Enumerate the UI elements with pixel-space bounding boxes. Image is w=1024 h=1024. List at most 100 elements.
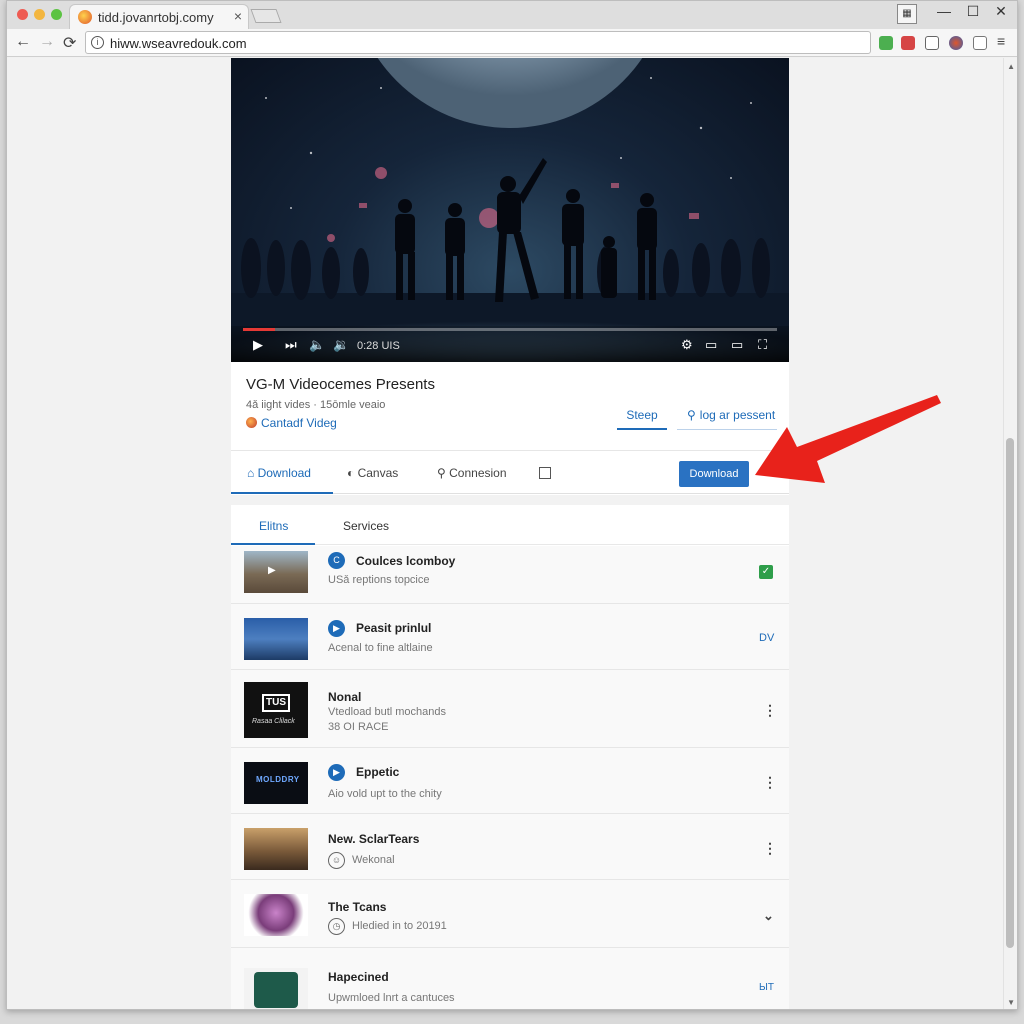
chevron-down-icon[interactable]: ⌄	[763, 908, 774, 924]
thumbnail-text: TUS	[262, 694, 290, 712]
canvas-icon: ◐	[347, 466, 358, 480]
next-icon[interactable]: ⏭	[285, 337, 297, 353]
download-button[interactable]: Download	[679, 461, 749, 487]
moon-shape	[377, 58, 643, 128]
miniplayer-icon[interactable]: ▭	[705, 337, 717, 353]
list-item-subtitle: Wekonal	[352, 854, 395, 866]
minimize-button[interactable]: —	[933, 3, 955, 19]
list-item-subtitle-2: 38 OI RACE	[328, 721, 389, 733]
minimize-window-dot[interactable]	[34, 9, 45, 20]
checkbox-checked-icon[interactable]: ✓	[759, 565, 773, 579]
subtab-services[interactable]: Services	[343, 519, 389, 533]
reload-button[interactable]: ⟳	[63, 33, 76, 53]
channel-icon	[246, 417, 257, 428]
browser-window: tidd.jovanrtobj.comy × ▦ — ☐ ✕ ← → ⟳ i h…	[6, 0, 1018, 1010]
scrollbar[interactable]: ▲ ▼	[1003, 58, 1017, 1009]
thumbnail-caption: Rasaa Clilack	[252, 718, 295, 725]
video-progress-bar[interactable]	[243, 328, 777, 331]
extension-globe-icon[interactable]	[949, 36, 963, 50]
list-item-subtitle: USǎ reptions topcice	[328, 574, 430, 586]
thumbnail: ▶	[244, 551, 308, 593]
thumbnail	[244, 828, 308, 870]
hd-action[interactable]: ЫТ	[759, 982, 774, 993]
active-tab-underline	[231, 492, 333, 494]
video-time: 0:28 UIS	[357, 340, 400, 352]
list-item-title: The Tcans	[328, 900, 387, 914]
play-icon[interactable]: ▶	[253, 337, 263, 353]
clock-icon: ◷	[328, 918, 345, 935]
more-options-icon[interactable]: ⋮	[763, 840, 777, 857]
thumbnail: TUS Rasaa Clilack	[244, 682, 308, 738]
tab-title: tidd.jovanrtobj.comy	[98, 10, 214, 25]
site-info-icon[interactable]: i	[91, 36, 104, 49]
page-viewport: ▶ ⏭ 🔈 🔉 0:28 UIS ⚙ ▭ ▭ ⛶ VG-M Videocemes…	[7, 58, 1017, 1009]
settings-badge-icon[interactable]: ⚙	[681, 337, 693, 353]
close-button[interactable]: ✕	[990, 3, 1012, 20]
more-options-icon[interactable]: ⋮	[763, 774, 777, 791]
fullscreen-icon[interactable]: ⛶	[758, 337, 767, 353]
scroll-down-icon[interactable]: ▼	[1007, 998, 1015, 1007]
list-item-subtitle: Vtedload butl mochands	[328, 706, 447, 718]
square-icon[interactable]	[539, 467, 551, 479]
more-options-icon[interactable]: ⋮	[763, 702, 777, 719]
video-player[interactable]: ▶ ⏭ 🔈 🔉 0:28 UIS ⚙ ▭ ▭ ⛶	[231, 58, 789, 362]
active-subtab-underline	[231, 543, 315, 545]
tab-close-icon[interactable]: ×	[234, 8, 242, 24]
channel-link[interactable]: Cantadf Videg	[246, 416, 337, 430]
list-item-subtitle: Hledied in to 20191	[352, 920, 447, 932]
list-item[interactable]: New. SclarTears ☺ Wekonal ⋮	[231, 814, 789, 880]
thumbnail	[244, 618, 308, 660]
new-tab-button[interactable]	[250, 9, 282, 23]
home-icon: ⌂	[247, 466, 258, 480]
subtab-elitns[interactable]: Elitns	[259, 519, 288, 533]
back-button[interactable]: ←	[15, 33, 31, 51]
scroll-up-icon[interactable]: ▲	[1007, 62, 1015, 71]
tab-canvas[interactable]: ◐ Canvas	[347, 466, 398, 480]
list-item[interactable]: The Tcans ◷ Hledied in to 20191 ⌄	[231, 880, 789, 948]
url-text: hiww.wseavredouk.com	[110, 36, 247, 51]
play-circle-icon: ▶	[328, 620, 345, 637]
browser-tab[interactable]: tidd.jovanrtobj.comy ×	[69, 4, 249, 29]
extension-qr-icon[interactable]: ▦	[897, 4, 917, 24]
scrollbar-thumb[interactable]	[1006, 438, 1014, 948]
play-icon: ▶	[268, 565, 276, 576]
person-icon: ⚲	[687, 408, 696, 422]
badge-logo	[254, 972, 298, 1008]
extension-grid-icon[interactable]	[925, 36, 939, 50]
divider	[231, 450, 789, 451]
list-item[interactable]: ▶ Peasit prinlul Acenal to fine altlaine…	[231, 604, 789, 670]
thumbnail	[244, 968, 308, 1009]
tab-download[interactable]: ⌂ Download	[247, 466, 311, 480]
list-item-title: Eppetic	[356, 765, 400, 779]
step-button[interactable]: Steep	[617, 408, 667, 430]
extension-image-icon[interactable]	[973, 36, 987, 50]
dv-action[interactable]: DV	[759, 632, 774, 644]
list-item-subtitle: Aio vold upt to the chity	[328, 788, 442, 800]
list-item[interactable]: MOLDDRY ▶ Eppetic Aio vold upt to the ch…	[231, 748, 789, 814]
extension-red-icon[interactable]	[901, 36, 915, 50]
list-item[interactable]: Hapecined Upwmloed lnrt a cantuces ЫТ	[231, 948, 789, 1009]
volume-icon[interactable]: 🔈	[309, 337, 325, 353]
maximize-button[interactable]: ☐	[962, 3, 984, 20]
list-item[interactable]: ▶ C Coulces lcomboy USǎ reptions topcice…	[231, 546, 789, 604]
list-item-title: Peasit prinlul	[356, 621, 432, 635]
tab-download-label: Download	[257, 466, 311, 480]
tab-canvas-label: Canvas	[357, 466, 399, 480]
play-circle-icon: ▶	[328, 764, 345, 781]
sub-tabs: Elitns Services	[231, 505, 789, 545]
zoom-window-dot[interactable]	[51, 9, 62, 20]
favicon-icon	[78, 10, 92, 24]
volume-icon-2[interactable]: 🔉	[333, 337, 349, 353]
forward-button[interactable]: →	[39, 33, 55, 51]
list-item-subtitle: Upwmloed lnrt a cantuces	[328, 992, 455, 1004]
menu-icon[interactable]: ≡	[997, 33, 1005, 49]
extension-green-icon[interactable]	[879, 36, 893, 50]
close-window-dot[interactable]	[17, 9, 28, 20]
c-icon: C	[328, 552, 345, 569]
video-controls: ▶ ⏭ 🔈 🔉 0:28 UIS ⚙ ▭ ▭ ⛶	[231, 326, 789, 362]
users-icon: ☺	[328, 852, 345, 869]
address-bar[interactable]: i hiww.wseavredouk.com	[85, 31, 871, 54]
theater-icon[interactable]: ▭	[731, 337, 743, 353]
list-item[interactable]: TUS Rasaa Clilack Nonal Vtedload butl mo…	[231, 670, 789, 748]
tab-connection[interactable]: ⚲ Connesion	[437, 466, 507, 480]
